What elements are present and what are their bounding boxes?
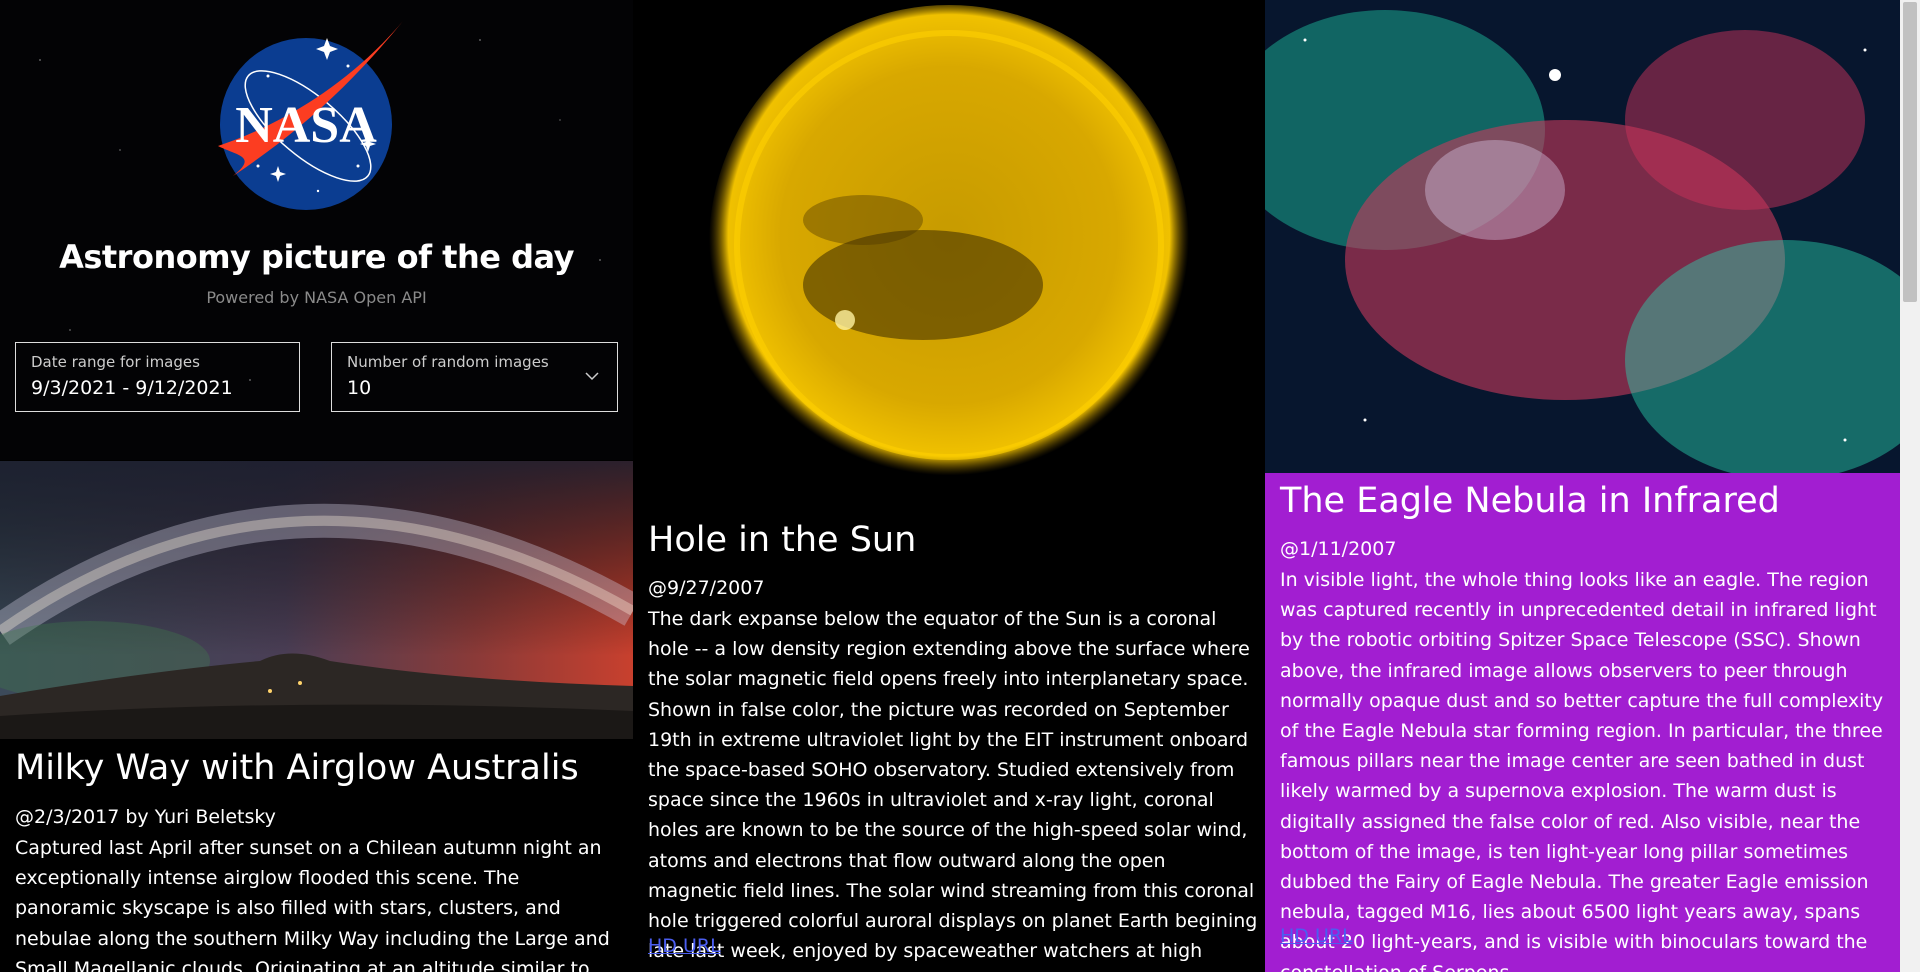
card-description: In visible light, the whole thing looks …	[1280, 569, 1884, 972]
card-title: Milky Way with Airglow Australis	[15, 748, 579, 788]
nasa-logo: NASA	[218, 21, 403, 210]
date-range-label: Date range for images	[31, 353, 200, 371]
scrollbar-thumb[interactable]	[1903, 2, 1917, 302]
column-middle: Hole in the Sun @9/27/2007 The dark expa…	[633, 0, 1265, 972]
card-date: @9/27/2007	[648, 577, 765, 599]
app-subtitle: Powered by NASA Open API	[206, 288, 427, 307]
date-range-value[interactable]: 9/3/2021 - 9/12/2021	[31, 377, 233, 399]
image-count-label: Number of random images	[347, 353, 549, 371]
card-image[interactable]	[0, 461, 633, 739]
hd-url-link[interactable]: HD URL	[648, 935, 721, 957]
card-description: Captured last April after sunset on a Ch…	[15, 837, 610, 972]
card-description: The dark expanse below the equator of th…	[648, 608, 1258, 972]
column-left: NASA Astronomy picture of the day Powere…	[0, 0, 633, 972]
hd-url-link[interactable]: HD URL	[1280, 925, 1353, 947]
card-title: Hole in the Sun	[648, 520, 917, 560]
date-range-picker[interactable]: Date range for images 9/3/2021 - 9/12/20…	[15, 342, 300, 412]
column-right: The Eagle Nebula in Infrared @1/11/2007 …	[1265, 0, 1900, 972]
vertical-scrollbar[interactable]	[1900, 0, 1920, 972]
card-image[interactable]	[633, 0, 1265, 510]
app-header: NASA Astronomy picture of the day Powere…	[0, 0, 633, 460]
image-count-value[interactable]: 10	[347, 377, 371, 399]
card-date: @1/11/2007	[1280, 538, 1397, 560]
image-count-select[interactable]: Number of random images 10	[331, 342, 618, 412]
chevron-down-icon[interactable]	[585, 371, 599, 381]
card-title: The Eagle Nebula in Infrared	[1280, 481, 1780, 521]
logo-text: NASA	[235, 97, 377, 154]
page: NASA Astronomy picture of the day Powere…	[0, 0, 1900, 972]
card-image[interactable]	[1265, 0, 1900, 473]
card-date-author: @2/3/2017 by Yuri Beletsky	[15, 806, 276, 828]
app-title: Astronomy picture of the day	[59, 238, 574, 276]
